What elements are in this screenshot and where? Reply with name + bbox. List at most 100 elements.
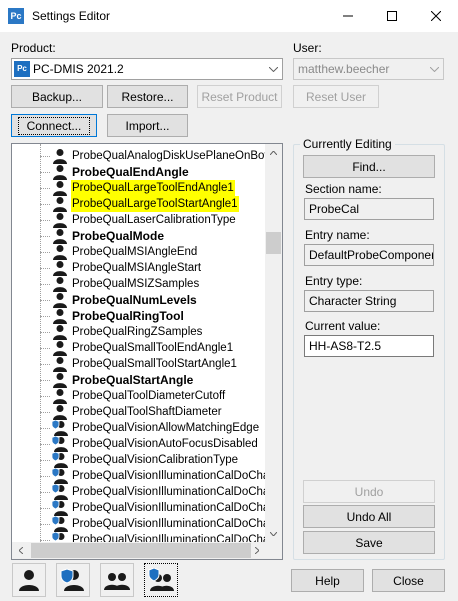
tree-item-label: ProbeQualMode xyxy=(72,229,165,243)
reset-user-button[interactable]: Reset User xyxy=(293,85,379,108)
user-icon xyxy=(52,148,68,164)
horizontal-scrollbar[interactable] xyxy=(12,542,282,559)
tree-item[interactable]: ProbeQualVisionAllowMatchingEdge xyxy=(12,419,265,436)
entry-type-label: Entry type: xyxy=(305,274,363,288)
tree-branch-line xyxy=(40,268,50,269)
find-button[interactable]: Find... xyxy=(303,155,435,178)
tree-item[interactable]: ProbeQualVisionIlluminationCalDoCharact xyxy=(12,531,265,542)
users-icon xyxy=(104,573,130,590)
tree-branch-line xyxy=(40,524,50,525)
connect-button[interactable]: Connect... xyxy=(11,114,97,137)
tree-item-label: ProbeQualVisionIlluminationCalDoCharact xyxy=(72,470,265,482)
scroll-up-icon[interactable] xyxy=(265,144,282,161)
group-filter-button[interactable] xyxy=(100,563,134,597)
undo-button[interactable]: Undo xyxy=(303,480,435,503)
tree-branch-line xyxy=(40,348,50,349)
tree-item[interactable]: ProbeQualSmallToolEndAngle1 xyxy=(12,340,265,356)
tree-item[interactable]: ProbeQualAnalogDiskUsePlaneOnBottom xyxy=(12,148,265,164)
close-window-button[interactable] xyxy=(414,0,458,32)
reset-product-button[interactable]: Reset Product xyxy=(197,85,282,108)
tree-item-label: ProbeQualRingTool xyxy=(72,309,184,323)
tree-item-label: ProbeQualVisionAutoFocusDisabled xyxy=(72,438,258,450)
tree-item-label: ProbeQualVisionIlluminationCalDoCharact xyxy=(72,534,265,542)
tree-branch-line xyxy=(40,300,50,301)
tree-branch-line xyxy=(40,172,50,173)
undo-all-button[interactable]: Undo All xyxy=(303,505,435,528)
tree-branch-line xyxy=(40,380,50,381)
tree-item-label: ProbeQualLargeToolStartAngle1 xyxy=(71,196,239,212)
scroll-left-icon[interactable] xyxy=(12,542,29,559)
pc-dmis-icon: Pc xyxy=(14,61,30,77)
product-select[interactable]: Pc PC-DMIS 2021.2 xyxy=(11,58,283,80)
user-select: matthew.beecher xyxy=(293,58,444,80)
tree-item[interactable]: ProbeQualVisionIlluminationCalDoCharact xyxy=(12,467,265,484)
tree-item-label: ProbeQualVisionAllowMatchingEdge xyxy=(72,422,260,434)
current-value-label: Current value: xyxy=(305,319,381,333)
tree-item[interactable]: ProbeQualEndAngle xyxy=(12,164,265,180)
backup-button[interactable]: Backup... xyxy=(11,85,103,108)
user-icon xyxy=(19,570,39,591)
group-shield-filter-button[interactable] xyxy=(144,563,178,597)
minimize-button[interactable] xyxy=(326,0,370,32)
tree-item[interactable]: ProbeQualLaserCalibrationType xyxy=(12,212,265,228)
tree-branch-line xyxy=(40,364,50,365)
current-value-input[interactable]: HH-AS8-T2.5 xyxy=(304,335,434,357)
tree-item[interactable]: ProbeQualMSIZSamples xyxy=(12,276,265,292)
section-name-field: ProbeCal xyxy=(304,198,434,220)
tree-item[interactable]: ProbeQualVisionIlluminationCalDoCharact xyxy=(12,515,265,532)
tree-item[interactable]: ProbeQualLargeToolEndAngle1 xyxy=(12,180,265,196)
tree-branch-line xyxy=(40,156,50,157)
entry-name-field: DefaultProbeComponents xyxy=(304,244,434,266)
user-shield-filter-button[interactable] xyxy=(56,563,90,597)
user-shield-icon xyxy=(51,531,68,542)
horizontal-scroll-thumb[interactable] xyxy=(31,543,251,558)
tree-item[interactable]: ProbeQualVisionCalibrationType xyxy=(12,451,265,468)
help-button[interactable]: Help xyxy=(291,569,364,592)
tree-item[interactable]: ProbeQualVisionIlluminationCalDoCharact xyxy=(12,499,265,516)
vertical-scroll-thumb[interactable] xyxy=(266,232,281,254)
settings-tree[interactable]: ProbeQualAnalogDiskUsePlaneOnBottom Probe… xyxy=(11,143,283,560)
user-icon xyxy=(52,308,68,324)
close-button[interactable]: Close xyxy=(372,569,445,592)
tree-item[interactable]: ProbeQualMSIAngleEnd xyxy=(12,244,265,260)
user-filter-button[interactable] xyxy=(12,563,46,597)
connect-button-label: Connect... xyxy=(17,116,91,135)
tree-item[interactable]: ProbeQualSmallToolStartAngle1 xyxy=(12,356,265,372)
restore-button[interactable]: Restore... xyxy=(107,85,188,108)
tree-item[interactable]: ProbeQualVisionAutoFocusDisabled xyxy=(12,435,265,452)
import-button[interactable]: Import... xyxy=(107,114,188,137)
user-icon xyxy=(52,212,68,228)
user-shield-icon xyxy=(51,419,68,436)
save-button[interactable]: Save xyxy=(303,531,435,554)
tree-item[interactable]: ProbeQualLargeToolStartAngle1 xyxy=(12,196,265,212)
tree-branch-line xyxy=(40,252,50,253)
group-title: Currently Editing xyxy=(300,137,395,151)
tree-item[interactable]: ProbeQualToolShaftDiameter xyxy=(12,404,265,420)
scroll-down-icon[interactable] xyxy=(265,525,282,542)
user-icon xyxy=(52,356,68,372)
tree-branch-line xyxy=(40,444,50,445)
tree-item[interactable]: ProbeQualNumLevels xyxy=(12,292,265,308)
user-shield-icon xyxy=(51,435,68,452)
product-value: PC-DMIS 2021.2 xyxy=(33,62,124,76)
tree-item-label: ProbeQualRingZSamples xyxy=(72,326,203,338)
tree-branch-line xyxy=(40,204,50,205)
tree-branch-line xyxy=(40,508,50,509)
tree-item-label: ProbeQualToolDiameterCutoff xyxy=(72,390,226,402)
maximize-button[interactable] xyxy=(370,0,414,32)
product-label: Product: xyxy=(11,41,56,55)
tree-item-label: ProbeQualStartAngle xyxy=(72,373,194,387)
vertical-scrollbar[interactable] xyxy=(265,144,282,542)
tree-item[interactable]: ProbeQualToolDiameterCutoff xyxy=(12,388,265,404)
tree-item[interactable]: ProbeQualRingTool xyxy=(12,308,265,324)
tree-item[interactable]: ProbeQualRingZSamples xyxy=(12,324,265,340)
tree-item[interactable]: ProbeQualVisionIlluminationCalDoCharact xyxy=(12,483,265,500)
user-icon xyxy=(52,196,68,212)
scroll-right-icon[interactable] xyxy=(248,542,265,559)
tree-item[interactable]: ProbeQualMSIAngleStart xyxy=(12,260,265,276)
chevron-down-icon[interactable] xyxy=(265,59,282,79)
tree-item-label: ProbeQualVisionIlluminationCalDoCharact xyxy=(72,518,265,530)
tree-item[interactable]: ProbeQualMode xyxy=(12,228,265,244)
tree-item[interactable]: ProbeQualStartAngle xyxy=(12,372,265,388)
user-icon xyxy=(52,244,68,260)
